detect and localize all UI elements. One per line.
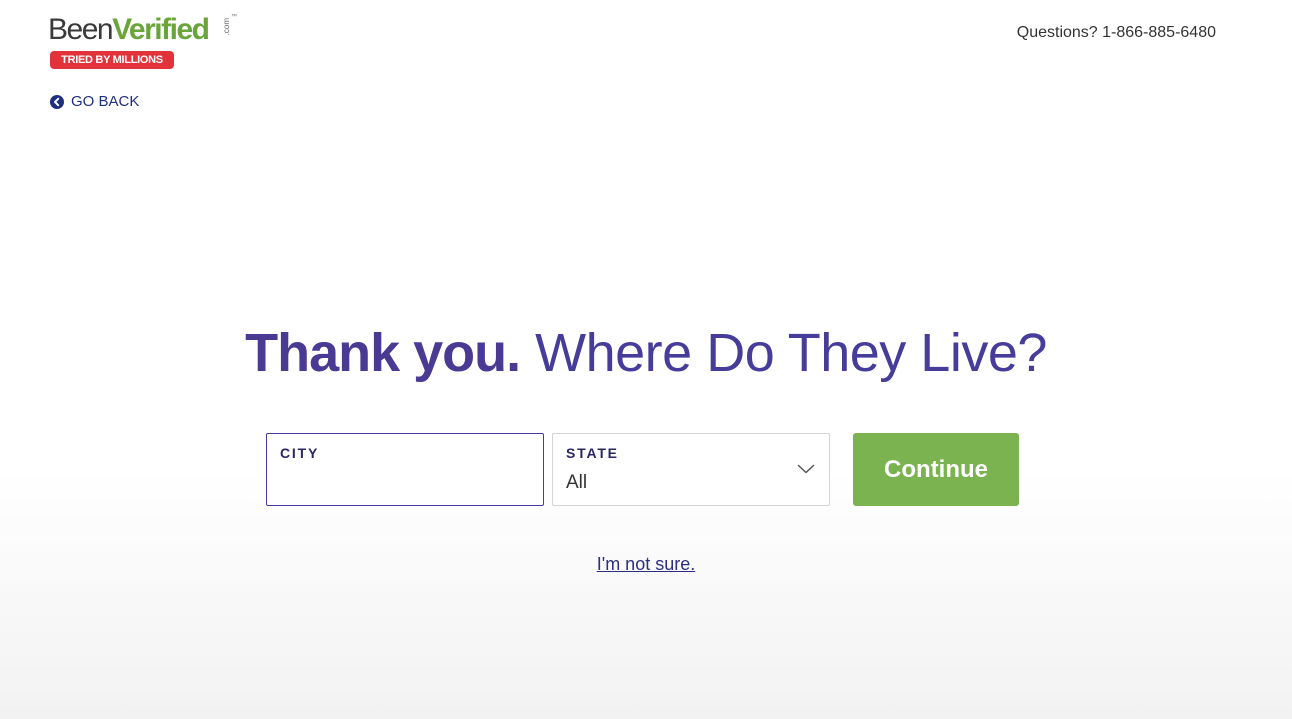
page-headline: Thank you. Where Do They Live?: [0, 318, 1292, 388]
chevron-left-circle-icon: [50, 94, 64, 109]
logo-trademark: ™: [231, 14, 237, 20]
support-phone: Questions? 1-866-885-6480: [1016, 24, 1216, 41]
logo-been: Been: [48, 13, 114, 46]
go-back-label: GO BACK: [71, 93, 140, 110]
logo-wordmark: BeenVerified: [48, 12, 210, 48]
city-field[interactable]: CITY: [266, 433, 544, 506]
tried-by-millions-badge: TRIED BY MILLIONS: [50, 51, 174, 69]
state-selected-value: All: [566, 472, 588, 493]
city-input[interactable]: [279, 468, 529, 496]
state-select[interactable]: STATE All: [552, 433, 830, 506]
not-sure-container: I'm not sure.: [0, 554, 1292, 575]
logo-com: .com: [222, 18, 231, 36]
go-back-link[interactable]: GO BACK: [50, 93, 139, 110]
headline-thank-you: Thank you.: [245, 323, 521, 383]
continue-button[interactable]: Continue: [853, 433, 1019, 506]
headline-question: Where Do They Live?: [535, 323, 1047, 383]
logo-verified: Verified: [112, 13, 210, 46]
not-sure-link[interactable]: I'm not sure.: [597, 554, 695, 574]
state-label: STATE: [566, 445, 619, 461]
chevron-down-icon: [797, 464, 815, 474]
city-label: CITY: [280, 445, 320, 461]
logo[interactable]: BeenVerified .com ™ TRIED BY MILLIONS: [48, 12, 248, 72]
